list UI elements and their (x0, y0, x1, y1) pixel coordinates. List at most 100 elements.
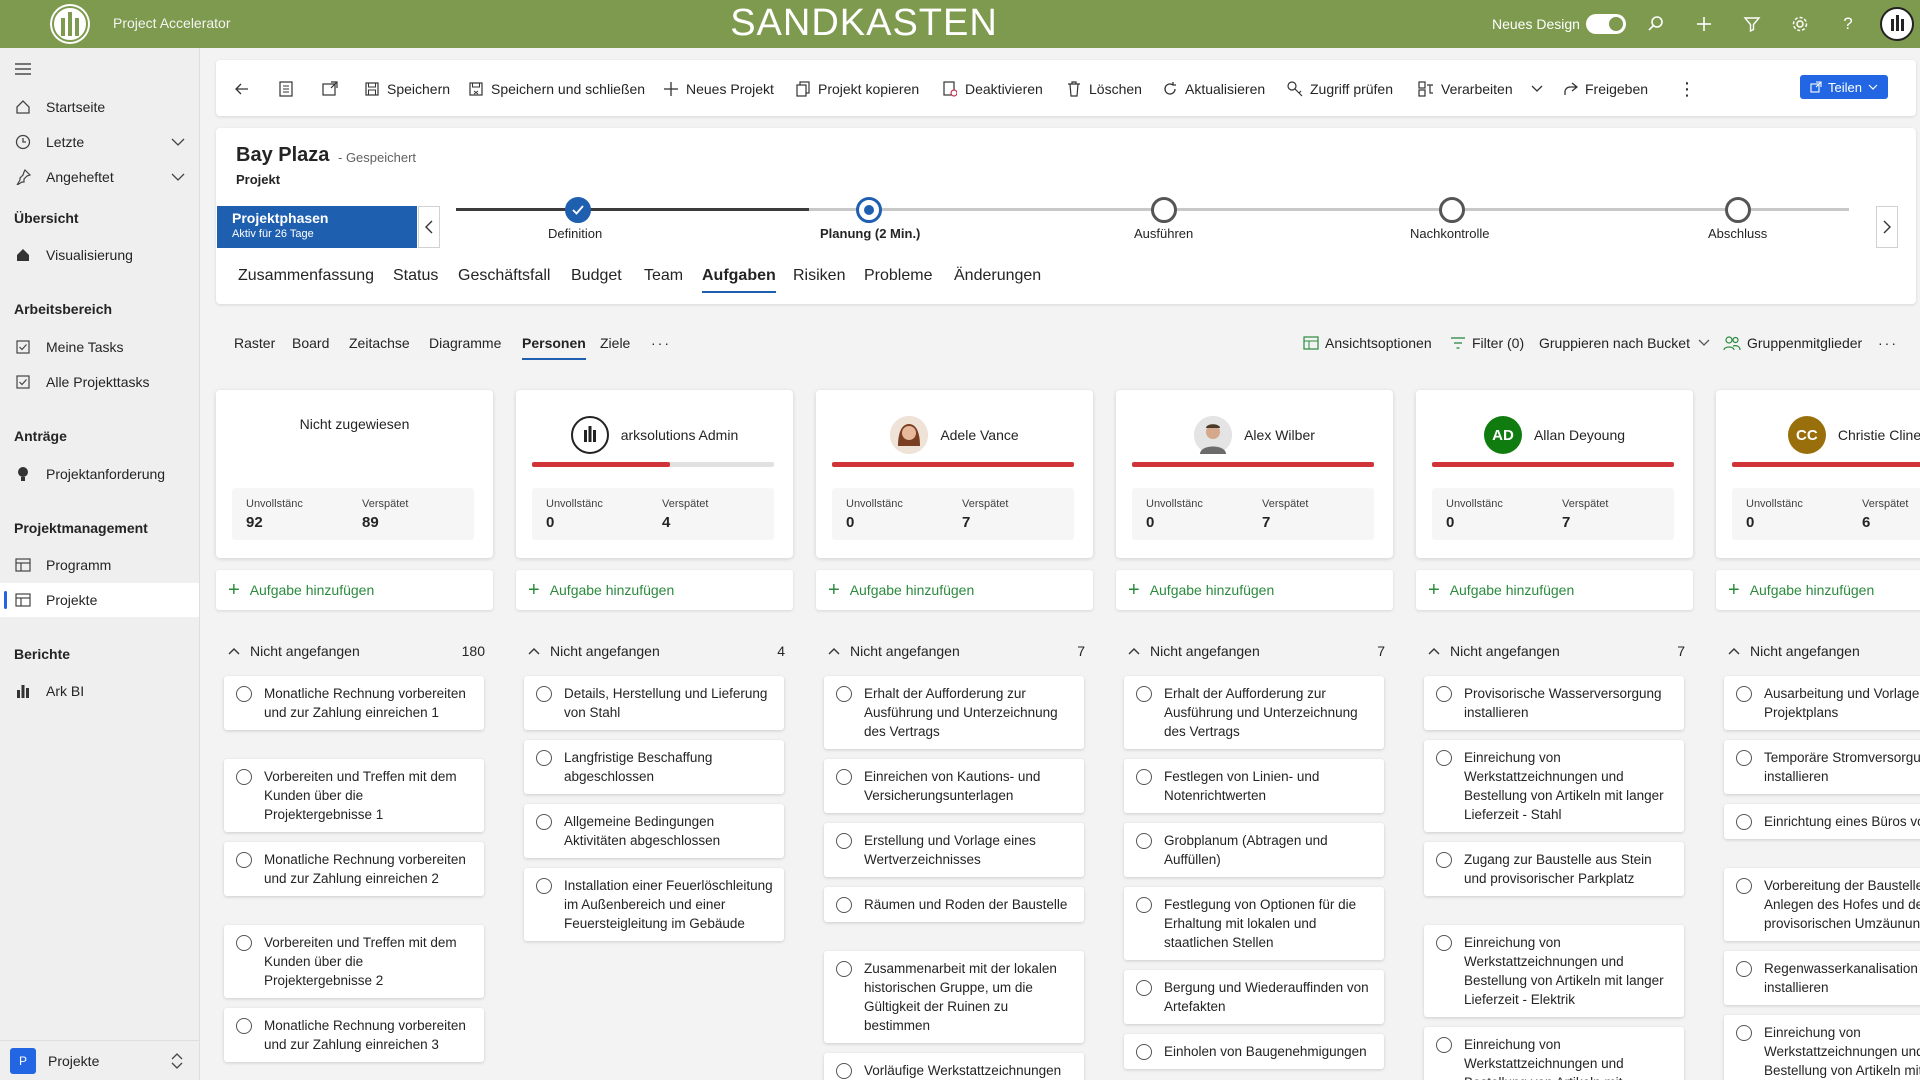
task-complete-checkbox[interactable] (1136, 833, 1152, 849)
tab-geschaeftsfall[interactable]: Geschäftsfall (458, 267, 550, 285)
tab-team[interactable]: Team (644, 267, 683, 285)
task-complete-checkbox[interactable] (1736, 961, 1752, 977)
add-task-button[interactable]: + Aufgabe hinzufügen (816, 570, 1093, 610)
user-avatar[interactable] (1880, 7, 1914, 41)
new-design-toggle[interactable] (1586, 14, 1626, 34)
task-card[interactable]: Temporäre Stromversorgung installieren (1724, 740, 1920, 794)
check-access-button[interactable]: Zugriff prüfen (1287, 78, 1393, 100)
person-summary-card[interactable]: CC Christie Cline Unvollstänc 0 Verspätet 6 (1716, 390, 1920, 558)
task-complete-checkbox[interactable] (836, 897, 852, 913)
open-new-window-button[interactable] (322, 78, 345, 100)
task-complete-checkbox[interactable] (236, 935, 252, 951)
task-complete-checkbox[interactable] (1736, 686, 1752, 702)
task-complete-checkbox[interactable] (1136, 769, 1152, 785)
task-card[interactable]: Einreichung von Werkstattzeichnungen und… (1424, 740, 1684, 832)
sidebar-item-startseite[interactable]: Startseite (0, 90, 199, 124)
task-complete-checkbox[interactable] (536, 686, 552, 702)
task-card[interactable]: Vorbereitung der Baustelle - Anlegen des… (1724, 868, 1920, 941)
more-options-button[interactable]: ··· (1878, 335, 1898, 351)
stage-ausfuehren[interactable] (1151, 197, 1177, 223)
sidebar-item-programm[interactable]: Programm (0, 548, 199, 582)
save-button[interactable]: Speichern (364, 78, 450, 100)
search-icon[interactable] (1644, 12, 1668, 36)
back-button[interactable] (234, 78, 257, 100)
task-complete-checkbox[interactable] (1436, 686, 1452, 702)
task-complete-checkbox[interactable] (1436, 1037, 1452, 1053)
new-project-button[interactable]: Neues Projekt (663, 78, 774, 100)
sidebar-item-projektanforderung[interactable]: Projektanforderung (0, 457, 199, 491)
task-card[interactable]: Monatliche Rechnung vorbereiten und zur … (224, 1008, 484, 1062)
task-complete-checkbox[interactable] (1736, 1025, 1752, 1041)
sidebar-menu-toggle[interactable] (0, 52, 199, 86)
stage-nachkontrolle[interactable] (1439, 197, 1465, 223)
form-view-button[interactable] (278, 78, 301, 100)
task-card[interactable]: Vorbereiten und Treffen mit dem Kunden ü… (224, 925, 484, 998)
bucket-header[interactable]: Nicht angefangen 180 (216, 642, 493, 660)
bucket-header[interactable]: Nicht angefangen 4 (516, 642, 793, 660)
view-raster[interactable]: Raster (234, 335, 275, 351)
task-card[interactable]: Regenwasserkanalisation installieren (1724, 951, 1920, 1005)
stage-definition[interactable] (565, 197, 591, 223)
tab-status[interactable]: Status (393, 267, 438, 285)
task-complete-checkbox[interactable] (836, 769, 852, 785)
task-card[interactable]: Einrichtung eines Büros vor Ort (1724, 804, 1920, 839)
filter-icon[interactable] (1740, 12, 1764, 36)
task-complete-checkbox[interactable] (1436, 750, 1452, 766)
task-card[interactable]: Monatliche Rechnung vorbereiten und zur … (224, 676, 484, 730)
task-card[interactable]: Vorläufige Werkstattzeichnungen einreich… (824, 1053, 1084, 1080)
task-card[interactable]: Zugang zur Baustelle aus Stein und provi… (1424, 842, 1684, 896)
copy-project-button[interactable]: Projekt kopieren (795, 78, 919, 100)
view-personen[interactable]: Personen (522, 335, 586, 360)
task-card[interactable]: Einreichung von Werkstattzeichnungen und… (1724, 1015, 1920, 1080)
sidebar-item-ark-bi[interactable]: Ark BI (0, 674, 199, 708)
person-summary-card[interactable]: arksolutions Admin Unvollstänc 0 Verspätet 4 (516, 390, 793, 558)
add-task-button[interactable]: + Aufgabe hinzufügen (516, 570, 793, 610)
task-complete-checkbox[interactable] (1436, 852, 1452, 868)
bucket-header[interactable]: Nicht angefangen 7 (1416, 642, 1693, 660)
task-complete-checkbox[interactable] (236, 769, 252, 785)
task-card[interactable]: Festlegen von Linien- und Notenrichtwert… (1124, 759, 1384, 813)
person-summary-card[interactable]: Adele Vance Unvollstänc 0 Verspätet 7 (816, 390, 1093, 558)
add-task-button[interactable]: + Aufgabe hinzufügen (216, 570, 493, 610)
filter-button[interactable]: Filter (0) (1450, 335, 1524, 351)
sidebar-item-letzte[interactable]: Letzte (0, 125, 199, 159)
task-card[interactable]: Ausarbeitung und Vorlage des Projektplan… (1724, 676, 1920, 730)
task-card[interactable]: Festlegung von Optionen für die Erhaltun… (1124, 887, 1384, 960)
task-complete-checkbox[interactable] (536, 878, 552, 894)
task-complete-checkbox[interactable] (836, 833, 852, 849)
task-complete-checkbox[interactable] (536, 814, 552, 830)
deactivate-button[interactable]: Deaktivieren (942, 78, 1043, 100)
tab-zusammenfassung[interactable]: Zusammenfassung (238, 267, 374, 285)
group-members-button[interactable]: Gruppenmitglieder (1723, 335, 1862, 351)
task-complete-checkbox[interactable] (1136, 897, 1152, 913)
delete-button[interactable]: Löschen (1066, 78, 1142, 100)
chevron-updown-icon[interactable] (170, 1053, 184, 1069)
process-button[interactable]: Verarbeiten (1418, 78, 1543, 100)
tab-risiken[interactable]: Risiken (793, 267, 845, 285)
gear-icon[interactable] (1788, 12, 1812, 36)
sidebar-item-meine-tasks[interactable]: Meine Tasks (0, 330, 199, 364)
plus-icon[interactable] (1692, 12, 1716, 36)
task-card[interactable]: Erstellung und Vorlage eines Wertverzeic… (824, 823, 1084, 877)
task-complete-checkbox[interactable] (1136, 1044, 1152, 1060)
more-views-button[interactable]: ··· (651, 335, 671, 351)
task-complete-checkbox[interactable] (1136, 980, 1152, 996)
task-card[interactable]: Erhalt der Aufforderung zur Ausführung u… (1124, 676, 1384, 749)
view-options-button[interactable]: Ansichtsoptionen (1303, 335, 1432, 351)
refresh-button[interactable]: Aktualisieren (1162, 78, 1265, 100)
task-card[interactable]: Vorbereiten und Treffen mit dem Kunden ü… (224, 759, 484, 832)
task-complete-checkbox[interactable] (836, 1063, 852, 1079)
bucket-header[interactable]: Nicht angefangen 7 (816, 642, 1093, 660)
task-complete-checkbox[interactable] (836, 961, 852, 977)
view-diagramme[interactable]: Diagramme (429, 335, 501, 351)
view-ziele[interactable]: Ziele (600, 335, 630, 351)
task-complete-checkbox[interactable] (836, 686, 852, 702)
add-task-button[interactable]: + Aufgabe hinzufügen (1716, 570, 1920, 610)
task-card[interactable]: Monatliche Rechnung vorbereiten und zur … (224, 842, 484, 896)
stage-abschluss[interactable] (1725, 197, 1751, 223)
chevron-down-icon[interactable] (171, 170, 185, 184)
person-summary-card[interactable]: Nicht zugewiesen Unvollstänc 92 Verspätet 89 (216, 390, 493, 558)
help-icon[interactable]: ? (1836, 12, 1860, 36)
task-complete-checkbox[interactable] (236, 686, 252, 702)
stage-next-button[interactable] (1876, 206, 1898, 248)
